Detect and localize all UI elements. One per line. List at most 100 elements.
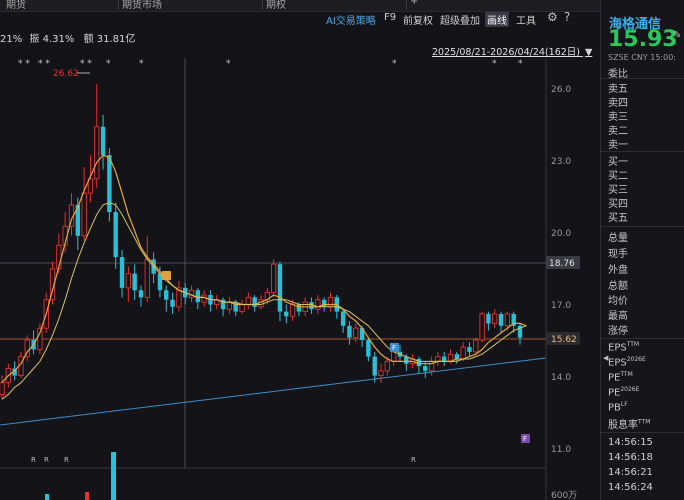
candle[interactable] [119, 257, 125, 288]
candle[interactable] [378, 370, 384, 377]
quote-info-line: 21% 振 4.31% 额 31.81亿 [0, 30, 135, 45]
stat-label: 最高 [608, 311, 628, 322]
candle[interactable] [270, 263, 277, 294]
ma-line-short [1, 154, 527, 384]
candles-group [0, 84, 523, 400]
candle[interactable] [454, 354, 460, 359]
f9-button[interactable]: F9 [384, 12, 396, 23]
event-star-icon[interactable]: * [392, 59, 397, 69]
bid-level-label: 买一 [608, 157, 628, 168]
candle[interactable] [170, 299, 175, 307]
bid-level-label: 买三 [608, 185, 628, 196]
fundamental-pe-ttm: PETTM [608, 371, 633, 384]
candle[interactable] [113, 212, 118, 258]
ai-strategy-button[interactable]: AI交易策略 [326, 12, 376, 27]
candle[interactable] [347, 325, 352, 338]
tab-options[interactable]: 期权 [260, 0, 407, 11]
event-markers: * * * * * * * * * * * * [18, 59, 523, 69]
stat-label: 总量 [608, 233, 628, 244]
collapse-chevron-icon[interactable]: ⌄ [583, 42, 592, 55]
candle[interactable] [309, 302, 314, 310]
change-pct-value: 21% [0, 34, 23, 45]
candle[interactable] [492, 313, 498, 324]
event-star-icon[interactable]: * * [18, 59, 30, 69]
help-icon[interactable]: ? [564, 10, 570, 24]
quote-sidebar: 海格通信 15.93 SZSE CNY 15:00: ✎ 委比 卖五 卖四 卖三… [600, 0, 684, 500]
tools-button[interactable]: 工具 [516, 12, 536, 27]
r-marker[interactable]: R [64, 456, 69, 464]
event-badge-icon[interactable] [162, 271, 171, 280]
trend-line[interactable] [0, 357, 547, 426]
candle[interactable] [0, 382, 5, 395]
candle[interactable] [353, 327, 359, 339]
event-star-icon[interactable]: * [226, 59, 231, 69]
candle[interactable] [460, 346, 466, 360]
overlay-button[interactable]: 超级叠加 [440, 12, 480, 27]
candle[interactable] [94, 126, 100, 180]
event-star-icon[interactable]: * [518, 59, 523, 69]
candle[interactable] [366, 340, 371, 357]
candle[interactable] [504, 313, 511, 327]
candle[interactable] [327, 296, 334, 308]
candle[interactable] [277, 264, 283, 312]
event-star-icon[interactable]: * [139, 59, 144, 69]
last-price-label: 15.62 [551, 335, 577, 345]
adjust-button[interactable]: 前复权 [403, 12, 433, 27]
event-star-icon[interactable]: * [106, 59, 111, 69]
add-tab-button[interactable]: + [404, 0, 440, 10]
candle[interactable] [245, 296, 252, 305]
candle[interactable] [486, 313, 491, 324]
candle[interactable] [384, 360, 390, 372]
candle[interactable] [144, 258, 150, 298]
candle[interactable] [435, 356, 441, 362]
tab-futures-market[interactable]: 期货市场 [116, 0, 263, 11]
candle[interactable] [391, 351, 397, 362]
candle[interactable] [252, 297, 257, 307]
y-tick-label: 14.0 [551, 373, 571, 383]
r-marker[interactable]: R [411, 456, 416, 464]
ask-level-label: 卖二 [608, 126, 628, 137]
candle[interactable] [195, 290, 201, 303]
ask-level-label: 卖三 [608, 112, 628, 123]
draw-line-button[interactable]: 画线 [485, 12, 509, 27]
gear-icon[interactable]: ⚙ [547, 10, 558, 24]
candle[interactable] [81, 192, 87, 237]
crosshair-price-label: 18.76 [549, 259, 575, 269]
candle[interactable] [372, 356, 377, 376]
candle[interactable] [498, 313, 504, 326]
event-star-icon[interactable]: * * [38, 59, 50, 69]
candle[interactable] [289, 304, 296, 317]
volume-bars [45, 452, 116, 500]
tab-futures[interactable]: 期货 [0, 0, 119, 11]
stat-label: 外盘 [608, 265, 628, 276]
candle[interactable] [423, 366, 428, 371]
stock-meta: SZSE CNY 15:00: [608, 53, 676, 62]
candle[interactable] [132, 273, 137, 291]
event-star-icon[interactable]: * * [80, 59, 92, 69]
candle[interactable] [296, 304, 302, 312]
r-marker[interactable]: R [31, 456, 36, 464]
r-marker[interactable]: R [44, 456, 49, 464]
y-tick-label: 20.0 [551, 229, 571, 239]
candle[interactable] [321, 299, 327, 307]
candle[interactable] [340, 311, 346, 326]
candle[interactable] [125, 273, 131, 289]
date-range-selector[interactable]: 2025/08/21-2026/04/24(162日) ▼ [432, 44, 592, 58]
amplitude-value: 振 4.31% [29, 34, 75, 45]
candle[interactable] [479, 313, 485, 341]
volume-bar [111, 452, 116, 500]
volume-bar [45, 494, 49, 500]
candle[interactable] [239, 304, 245, 313]
candle[interactable] [473, 339, 479, 353]
tick-time: 14:56:24 [608, 482, 653, 493]
candlestick-chart[interactable]: 26.0 23.0 20.0 17.0 14.0 11.0 18.76 15.6… [0, 58, 598, 500]
candle[interactable] [441, 356, 447, 362]
candle[interactable] [467, 347, 472, 352]
candle[interactable] [100, 126, 106, 156]
event-star-icon[interactable]: * [492, 59, 497, 69]
edit-icon[interactable]: ✎ [673, 30, 681, 41]
candle[interactable] [164, 290, 169, 300]
candle[interactable] [284, 311, 289, 317]
candle[interactable] [138, 290, 144, 298]
candle[interactable] [315, 299, 321, 310]
